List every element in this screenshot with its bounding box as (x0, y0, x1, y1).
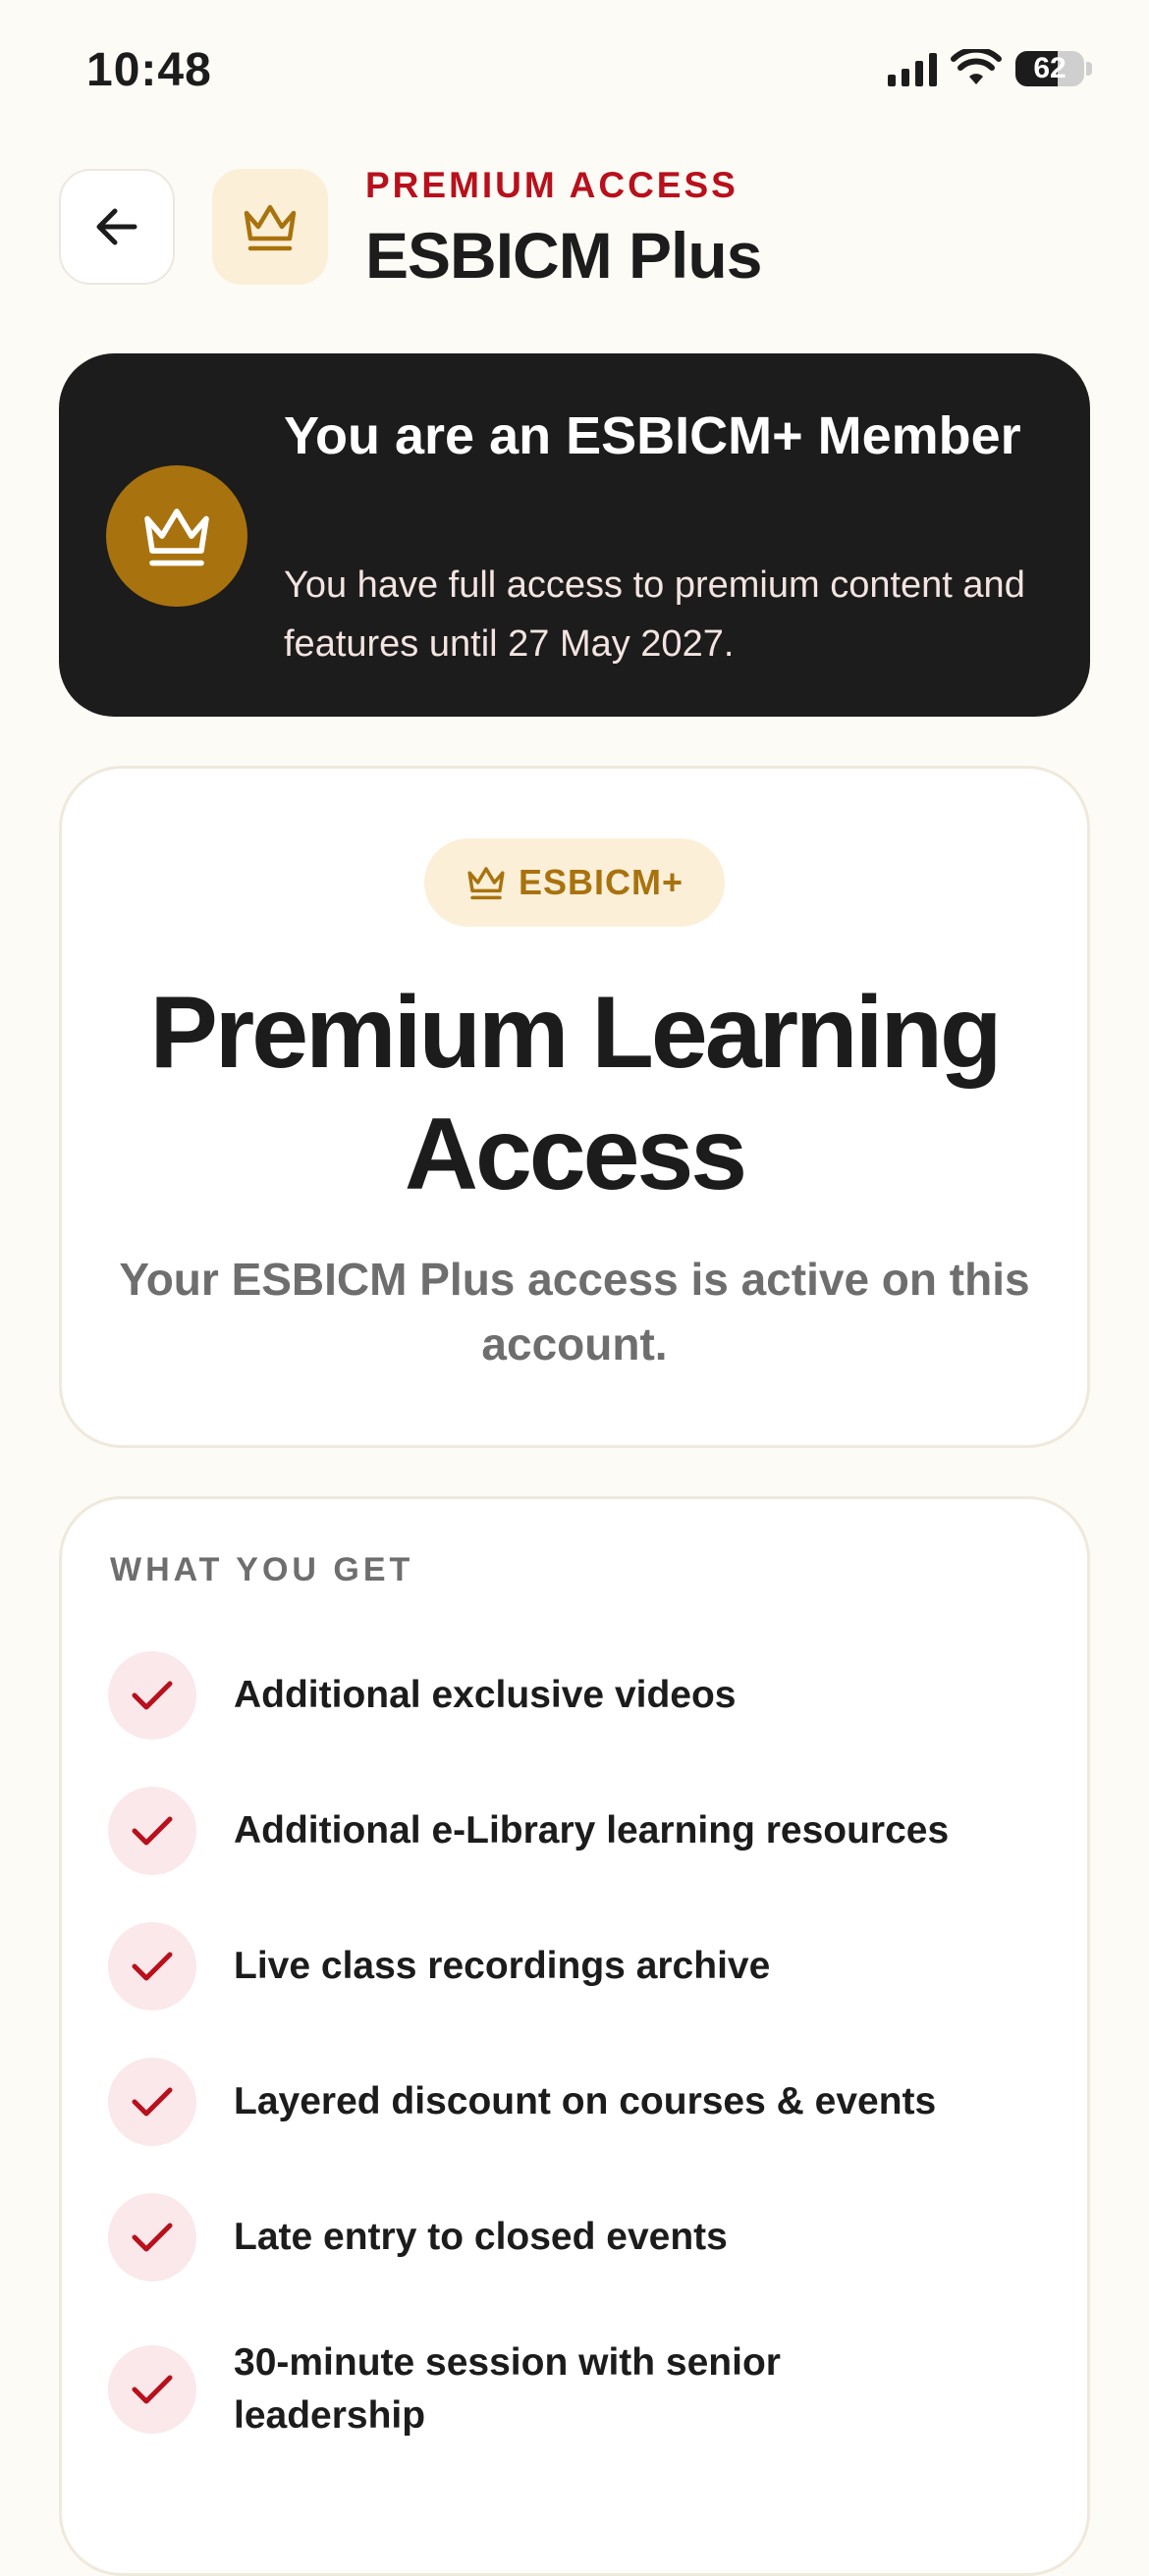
list-item: Layered discount on courses & events (108, 2058, 1051, 2146)
esbicm-plus-pill: ESBICM+ (424, 838, 725, 927)
check-icon (108, 1651, 196, 1740)
benefit-label: Additional exclusive videos (234, 1674, 737, 1716)
benefit-label: Layered discount on courses & events (234, 2080, 937, 2122)
battery-icon: 62 (1015, 51, 1084, 86)
check-icon (108, 2193, 196, 2281)
premium-title: Premium Learning Access (149, 976, 1002, 1211)
header-crown-badge (212, 169, 328, 285)
check-icon (108, 1922, 196, 2011)
page-title: ESBICM Plus (365, 219, 762, 292)
benefit-label: Live class recordings archive (234, 1945, 771, 1987)
list-item: Late entry to closed events (108, 2193, 1051, 2281)
check-icon (108, 2058, 196, 2146)
signal-icon (888, 51, 937, 86)
status-time: 10:48 (86, 44, 212, 96)
benefits-heading: WHAT YOU GET (110, 1551, 414, 1588)
check-icon (108, 1787, 196, 1875)
member-crown-badge (106, 465, 247, 607)
crown-icon (467, 867, 505, 900)
benefit-label: 30-minute session with senior leadership (234, 2341, 781, 2437)
check-icon (108, 2345, 196, 2434)
battery-level: 62 (1033, 52, 1067, 84)
crown-icon (244, 204, 297, 251)
member-description: You have full access to premium content … (284, 564, 1025, 665)
pill-label: ESBICM+ (518, 862, 684, 902)
back-button[interactable] (59, 169, 175, 285)
wifi-icon (951, 49, 1002, 84)
crown-icon (144, 509, 209, 566)
benefit-label: Additional e-Library learning resources (234, 1809, 950, 1852)
arrow-left-icon (96, 208, 137, 245)
premium-subtitle: Your ESBICM Plus access is active on thi… (119, 1254, 1030, 1369)
status-icons: 62 (888, 49, 1092, 88)
list-item: Additional e-Library learning resources (108, 1787, 1051, 1875)
list-item: 30-minute session with senior leadership (108, 2336, 1051, 2442)
header-eyebrow: PREMIUM ACCESS (365, 165, 739, 205)
member-title: You are an ESBICM+ Member (284, 406, 1021, 465)
list-item: Live class recordings archive (108, 1922, 1051, 2011)
list-item: Additional exclusive videos (108, 1651, 1051, 1740)
benefit-label: Late entry to closed events (234, 2216, 728, 2258)
